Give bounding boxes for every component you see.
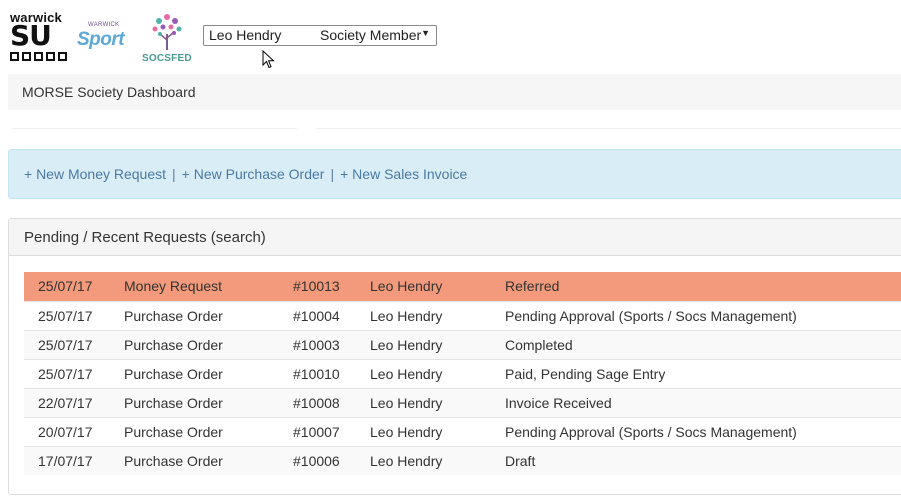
request-id: #10004 bbox=[293, 308, 340, 324]
panel-heading[interactable]: Pending / Recent Requests (search) bbox=[9, 219, 901, 256]
dropdown-caret-icon: ▼ bbox=[421, 28, 430, 38]
new-sales-invoice-link[interactable]: + New Sales Invoice bbox=[340, 166, 467, 182]
sport-logo-small-text: WARWICK bbox=[88, 22, 120, 28]
request-status: Pending Approval (Sports / Socs Manageme… bbox=[505, 424, 797, 440]
request-date: 25/07/17 bbox=[38, 278, 93, 294]
new-money-request-link[interactable]: + New Money Request bbox=[24, 166, 166, 182]
action-links: + New Money Request | + New Purchase Order… bbox=[24, 166, 467, 182]
su-logo-boxes bbox=[10, 52, 67, 61]
request-date: 17/07/17 bbox=[38, 453, 93, 469]
table-row[interactable]: 25/07/17 Purchase Order #10003 Leo Hendry Co… bbox=[24, 330, 901, 359]
request-user: Leo Hendry bbox=[370, 308, 443, 324]
request-id: #10008 bbox=[293, 395, 340, 411]
table-row[interactable]: 17/07/17 Purchase Order #10006 Leo Hendry Dr… bbox=[24, 446, 901, 475]
request-user: Leo Hendry bbox=[370, 337, 443, 353]
title-bar: MORSE Society Dashboard bbox=[8, 74, 901, 110]
page-title: MORSE Society Dashboard bbox=[22, 84, 196, 100]
mouse-cursor-icon bbox=[262, 50, 275, 69]
request-type: Purchase Order bbox=[124, 337, 223, 353]
request-date: 25/07/17 bbox=[38, 337, 93, 353]
request-type: Purchase Order bbox=[124, 424, 223, 440]
panel-heading-text: Pending / Recent Requests (search) bbox=[24, 229, 266, 246]
table-row[interactable]: 25/07/17 Purchase Order #10010 Leo Hendry Pa… bbox=[24, 359, 901, 388]
table-row[interactable]: 25/07/17 Money Request #10013 Leo Hendry Ref… bbox=[24, 272, 901, 301]
request-user: Leo Hendry bbox=[370, 453, 443, 469]
request-date: 25/07/17 bbox=[38, 308, 93, 324]
action-separator: | bbox=[172, 166, 176, 182]
request-type: Purchase Order bbox=[124, 395, 223, 411]
sport-logo-main-text: Sport bbox=[77, 29, 125, 50]
su-logo-main-text: SU bbox=[10, 19, 52, 52]
header: warwick SU WARWICK Sport SOCSFED Leo Hen… bbox=[0, 0, 901, 72]
divider bbox=[12, 128, 297, 129]
action-separator: | bbox=[330, 166, 335, 182]
request-id: #10003 bbox=[293, 337, 340, 353]
request-status: Pending Approval (Sports / Socs Manageme… bbox=[505, 308, 797, 324]
table-row[interactable]: 25/07/17 Purchase Order #10004 Leo Hendry Pe… bbox=[24, 301, 901, 330]
request-status: Completed bbox=[505, 337, 573, 353]
request-id: #10013 bbox=[293, 278, 340, 294]
request-date: 25/07/17 bbox=[38, 366, 93, 382]
request-user: Leo Hendry bbox=[370, 395, 443, 411]
request-type: Purchase Order bbox=[124, 308, 223, 324]
user-role-select[interactable]: Leo Hendry Society Member ▼ bbox=[203, 25, 437, 46]
request-id: #10010 bbox=[293, 366, 340, 382]
request-user: Leo Hendry bbox=[370, 278, 443, 294]
request-type: Money Request bbox=[124, 278, 223, 294]
requests-table: 25/07/17 Money Request #10013 Leo Hendry Ref… bbox=[24, 272, 901, 475]
request-status: Paid, Pending Sage Entry bbox=[505, 366, 666, 382]
action-bar: + New Money Request | + New Purchase Order… bbox=[8, 149, 901, 199]
request-user: Leo Hendry bbox=[370, 424, 443, 440]
warwick-sport-logo[interactable]: WARWICK Sport bbox=[77, 22, 135, 52]
request-status: Draft bbox=[505, 453, 536, 469]
request-user: Leo Hendry bbox=[370, 366, 443, 382]
request-date: 20/07/17 bbox=[38, 424, 93, 440]
request-status: Referred bbox=[505, 278, 560, 294]
warwick-su-logo[interactable]: warwick SU bbox=[8, 10, 72, 64]
requests-panel: Pending / Recent Requests (search) 25/07… bbox=[8, 218, 901, 495]
request-status: Invoice Received bbox=[505, 395, 612, 411]
user-select-name: Leo Hendry bbox=[209, 27, 282, 43]
user-select-role: Society Member bbox=[320, 27, 422, 43]
table-row[interactable]: 22/07/17 Purchase Order #10008 Leo Hendry In… bbox=[24, 388, 901, 417]
divider bbox=[316, 128, 901, 129]
new-purchase-order-link[interactable]: + New Purchase Order bbox=[182, 166, 325, 182]
request-id: #10007 bbox=[293, 424, 340, 440]
request-id: #10006 bbox=[293, 453, 340, 469]
table-row[interactable]: 20/07/17 Purchase Order #10007 Leo Hendry Pe… bbox=[24, 417, 901, 446]
socsfed-logo-text: SOCSFED bbox=[142, 53, 192, 64]
socsfed-tree-icon bbox=[152, 14, 182, 50]
request-type: Purchase Order bbox=[124, 366, 223, 382]
socsfed-logo[interactable]: SOCSFED bbox=[142, 12, 194, 66]
request-type: Purchase Order bbox=[124, 453, 223, 469]
request-date: 22/07/17 bbox=[38, 395, 93, 411]
